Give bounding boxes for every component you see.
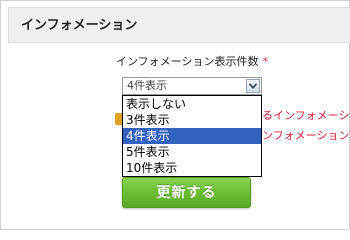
obscured-message-1: るインフォメーシ bbox=[262, 109, 350, 122]
select-dropdown-button[interactable] bbox=[246, 79, 260, 93]
required-mark: * bbox=[262, 55, 268, 68]
section-title: インフォメーション bbox=[21, 18, 138, 33]
option-hide[interactable]: 表示しない bbox=[123, 96, 261, 112]
option-3[interactable]: 3件表示 bbox=[123, 112, 261, 128]
select-current-value: 4件表示 bbox=[127, 79, 167, 92]
option-10[interactable]: 10件表示 bbox=[123, 160, 261, 176]
select-dropdown-list[interactable]: 表示しない 3件表示 4件表示 5件表示 10件表示 bbox=[122, 95, 262, 177]
field-label: インフォメーション表示件数 * bbox=[116, 55, 268, 69]
update-button[interactable]: 更新する bbox=[122, 177, 251, 208]
chevron-down-icon bbox=[249, 83, 257, 89]
option-5[interactable]: 5件表示 bbox=[123, 144, 261, 160]
update-button-label: 更新する bbox=[156, 185, 217, 201]
info-count-select[interactable]: 4件表示 bbox=[122, 77, 262, 95]
option-4[interactable]: 4件表示 bbox=[123, 128, 261, 144]
obscured-message-2: ンフォメーション bbox=[262, 129, 350, 142]
section-header: インフォメーション bbox=[8, 7, 350, 43]
field-label-text: インフォメーション表示件数 bbox=[116, 55, 259, 68]
